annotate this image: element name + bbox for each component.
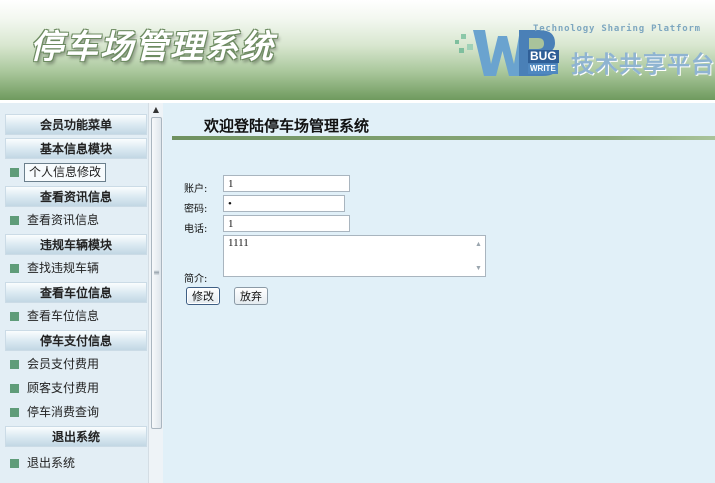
sidebar-item-label: 个人信息修改 <box>24 163 107 182</box>
phone-input[interactable] <box>223 215 350 232</box>
sidebar-item-label: 查看车位信息 <box>27 309 100 323</box>
section-parking-payment: 停车支付信息 <box>5 330 147 351</box>
section-violation-vehicles: 违规车辆模块 <box>5 234 147 255</box>
header-banner: 停车场管理系统 Technology Sharing Platform BUG … <box>0 0 715 100</box>
modify-button[interactable]: 修改 <box>186 287 220 305</box>
sidebar-item-find-violations[interactable]: 查找违规车辆 <box>5 258 147 279</box>
page-title: 欢迎登陆停车场管理系统 <box>204 117 370 135</box>
scroll-up-arrow-icon[interactable]: ▲ <box>151 105 161 115</box>
app-title: 停车场管理系统 <box>30 27 275 66</box>
discard-button[interactable]: 放弃 <box>234 287 268 305</box>
phone-label: 电话: <box>184 224 208 235</box>
sidebar-item-view-news[interactable]: 查看资讯信息 <box>5 210 147 231</box>
sidebar-item-label: 退出系统 <box>27 456 76 470</box>
section-basic-info: 基本信息模块 <box>5 138 147 159</box>
intro-row: 简介: <box>184 265 224 285</box>
bullet-square-icon <box>10 459 19 468</box>
sidebar-item-customer-payment[interactable]: 顾客支付费用 <box>5 378 147 399</box>
bullet-square-icon <box>10 216 19 225</box>
password-row: 密码: <box>184 195 504 215</box>
sidebar: 会员功能菜单 基本信息模块 个人信息修改 查看资讯信息 查看资讯信息 违规车辆模… <box>0 103 163 483</box>
account-label: 账户: <box>184 184 208 195</box>
sidebar-item-parking-query[interactable]: 停车消费查询 <box>5 402 147 423</box>
bullet-square-icon <box>10 312 19 321</box>
sidebar-item-edit-profile[interactable]: 个人信息修改 <box>5 162 147 183</box>
scrollbar-thumb[interactable]: ≡ <box>151 117 162 429</box>
sidebar-menu-title: 会员功能菜单 <box>5 114 147 135</box>
sidebar-item-label: 停车消费查询 <box>27 405 100 419</box>
intro-textarea[interactable]: 1111 ▲ ▼ <box>223 235 486 277</box>
sidebar-scrollbar[interactable]: ▲ ≡ <box>148 103 163 483</box>
sidebar-item-logout[interactable]: 退出系统 <box>5 453 147 474</box>
sidebar-item-label: 会员支付费用 <box>27 357 100 371</box>
section-news-info: 查看资讯信息 <box>5 186 147 207</box>
sidebar-menu: 会员功能菜单 基本信息模块 个人信息修改 查看资讯信息 查看资讯信息 违规车辆模… <box>5 114 147 477</box>
bullet-square-icon <box>10 408 19 417</box>
logo-chinese-text: 技术共享平台 <box>571 52 715 78</box>
form-buttons: 修改 放弃 <box>184 287 304 307</box>
logo-bug-text: BUG <box>528 49 559 63</box>
scroll-down-arrow-icon[interactable]: ▼ <box>475 264 482 272</box>
section-parking-spaces: 查看车位信息 <box>5 282 147 303</box>
account-row: 账户: <box>184 175 504 195</box>
sidebar-item-member-payment[interactable]: 会员支付费用 <box>5 354 147 375</box>
intro-label: 简介: <box>184 274 208 285</box>
password-label: 密码: <box>184 204 208 215</box>
logo-write-text: WRITE <box>528 64 558 74</box>
intro-text: 1111 <box>228 237 249 249</box>
logo-tagline: Technology Sharing Platform <box>533 24 701 34</box>
sidebar-item-label: 查找违规车辆 <box>27 261 100 275</box>
main-content: 欢迎登陆停车场管理系统 账户: 密码: 电话: 1111 ▲ ▼ 简介: 修改 … <box>163 103 715 483</box>
scroll-grip-icon: ≡ <box>153 268 160 277</box>
sidebar-item-view-spaces[interactable]: 查看车位信息 <box>5 306 147 327</box>
password-input[interactable] <box>223 195 345 212</box>
account-input[interactable] <box>223 175 350 192</box>
sidebar-item-label: 顾客支付费用 <box>27 381 100 395</box>
section-exit: 退出系统 <box>5 426 147 447</box>
scroll-up-arrow-icon[interactable]: ▲ <box>475 240 482 248</box>
bullet-square-icon <box>10 384 19 393</box>
intro-scrollbar[interactable]: ▲ ▼ <box>473 236 485 276</box>
bullet-square-icon <box>10 360 19 369</box>
bullet-square-icon <box>10 168 19 177</box>
bullet-square-icon <box>10 264 19 273</box>
phone-row: 电话: <box>184 215 504 235</box>
platform-logo: Technology Sharing Platform BUG WRITE 技术… <box>455 18 714 98</box>
sidebar-item-label: 查看资讯信息 <box>27 213 100 227</box>
title-divider <box>172 136 715 140</box>
